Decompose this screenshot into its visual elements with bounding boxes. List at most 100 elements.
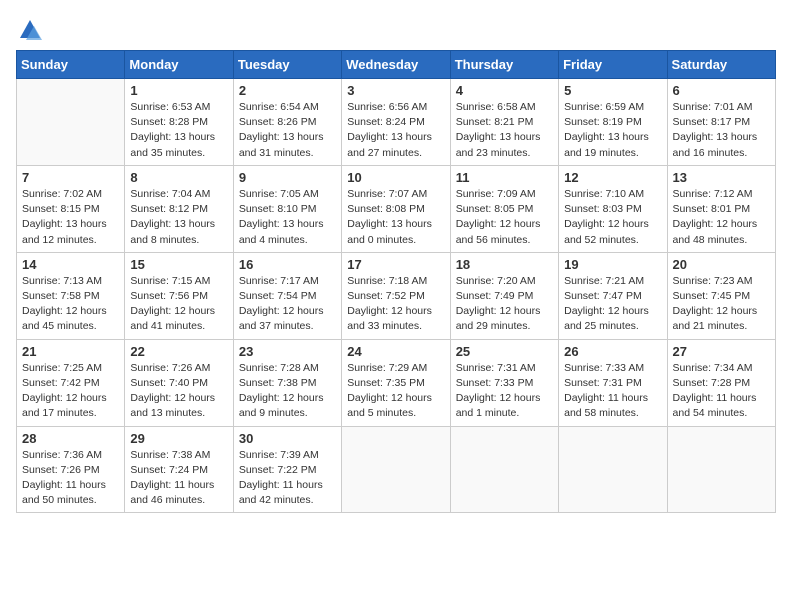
- day-cell: 17Sunrise: 7:18 AMSunset: 7:52 PMDayligh…: [342, 252, 450, 339]
- page-header: [16, 16, 776, 44]
- day-cell: 9 Sunrise: 7:05 AMSunset: 8:10 PMDaylight…: [233, 165, 341, 252]
- day-cell: 27Sunrise: 7:34 AMSunset: 7:28 PMDayligh…: [667, 339, 775, 426]
- col-header-wednesday: Wednesday: [342, 51, 450, 79]
- day-number: 2: [239, 83, 336, 98]
- day-cell: [667, 426, 775, 513]
- col-header-monday: Monday: [125, 51, 233, 79]
- week-row-4: 21 Sunrise: 7:25 AMSunset: 7:42 PMDayligh…: [17, 339, 776, 426]
- day-number: 19: [564, 257, 661, 272]
- day-cell: 16Sunrise: 7:17 AMSunset: 7:54 PMDayligh…: [233, 252, 341, 339]
- col-header-friday: Friday: [559, 51, 667, 79]
- day-cell: 19 Sunrise: 7:21 AMSunset: 7:47 PMDayligh…: [559, 252, 667, 339]
- day-cell: 29 Sunrise: 7:38 AMSunset: 7:24 PMDayligh…: [125, 426, 233, 513]
- day-number: 25: [456, 344, 553, 359]
- day-info: Sunrise: 7:34 AMSunset: 7:28 PMDaylight:…: [673, 361, 770, 422]
- day-info: Sunrise: 7:04 AMSunset: 8:12 PMDaylight:…: [130, 187, 227, 248]
- day-cell: 30 Sunrise: 7:39 AMSunset: 7:22 PMDayligh…: [233, 426, 341, 513]
- day-number: 21: [22, 344, 119, 359]
- day-number: 14: [22, 257, 119, 272]
- day-number: 30: [239, 431, 336, 446]
- day-number: 26: [564, 344, 661, 359]
- day-info: Sunrise: 7:15 AMSunset: 7:56 PMDaylight:…: [130, 274, 227, 335]
- day-info: Sunrise: 7:38 AMSunset: 7:24 PMDaylight:…: [130, 448, 227, 509]
- day-info: Sunrise: 7:07 AMSunset: 8:08 PMDaylight:…: [347, 187, 444, 248]
- day-number: 29: [130, 431, 227, 446]
- day-info: Sunrise: 7:23 AMSunset: 7:45 PMDaylight:…: [673, 274, 770, 335]
- day-cell: [450, 426, 558, 513]
- day-info: Sunrise: 7:28 AMSunset: 7:38 PMDaylight:…: [239, 361, 336, 422]
- day-number: 16: [239, 257, 336, 272]
- col-header-sunday: Sunday: [17, 51, 125, 79]
- day-number: 5: [564, 83, 661, 98]
- logo-icon: [16, 16, 44, 44]
- col-header-thursday: Thursday: [450, 51, 558, 79]
- week-row-1: 1 Sunrise: 6:53 AMSunset: 8:28 PMDaylight…: [17, 79, 776, 166]
- day-cell: 24 Sunrise: 7:29 AMSunset: 7:35 PMDayligh…: [342, 339, 450, 426]
- day-cell: 4 Sunrise: 6:58 AMSunset: 8:21 PMDaylight…: [450, 79, 558, 166]
- day-cell: 1 Sunrise: 6:53 AMSunset: 8:28 PMDaylight…: [125, 79, 233, 166]
- day-info: Sunrise: 7:21 AMSunset: 7:47 PMDaylight:…: [564, 274, 661, 335]
- day-cell: 28 Sunrise: 7:36 AMSunset: 7:26 PMDayligh…: [17, 426, 125, 513]
- day-number: 1: [130, 83, 227, 98]
- day-cell: 22 Sunrise: 7:26 AMSunset: 7:40 PMDayligh…: [125, 339, 233, 426]
- day-info: Sunrise: 7:33 AMSunset: 7:31 PMDaylight:…: [564, 361, 661, 422]
- day-info: Sunrise: 6:53 AMSunset: 8:28 PMDaylight:…: [130, 100, 227, 161]
- day-cell: 3Sunrise: 6:56 AMSunset: 8:24 PMDaylight…: [342, 79, 450, 166]
- day-number: 28: [22, 431, 119, 446]
- day-number: 9: [239, 170, 336, 185]
- day-info: Sunrise: 7:25 AMSunset: 7:42 PMDaylight:…: [22, 361, 119, 422]
- day-number: 17: [347, 257, 444, 272]
- day-info: Sunrise: 6:58 AMSunset: 8:21 PMDaylight:…: [456, 100, 553, 161]
- week-row-2: 7Sunrise: 7:02 AMSunset: 8:15 PMDaylight…: [17, 165, 776, 252]
- day-number: 13: [673, 170, 770, 185]
- day-number: 10: [347, 170, 444, 185]
- day-number: 7: [22, 170, 119, 185]
- day-number: 23: [239, 344, 336, 359]
- col-header-saturday: Saturday: [667, 51, 775, 79]
- day-number: 8: [130, 170, 227, 185]
- day-number: 15: [130, 257, 227, 272]
- day-number: 12: [564, 170, 661, 185]
- day-number: 20: [673, 257, 770, 272]
- day-info: Sunrise: 6:54 AMSunset: 8:26 PMDaylight:…: [239, 100, 336, 161]
- day-info: Sunrise: 7:39 AMSunset: 7:22 PMDaylight:…: [239, 448, 336, 509]
- day-info: Sunrise: 7:09 AMSunset: 8:05 PMDaylight:…: [456, 187, 553, 248]
- day-info: Sunrise: 6:59 AMSunset: 8:19 PMDaylight:…: [564, 100, 661, 161]
- day-info: Sunrise: 7:10 AMSunset: 8:03 PMDaylight:…: [564, 187, 661, 248]
- day-number: 4: [456, 83, 553, 98]
- day-cell: 18 Sunrise: 7:20 AMSunset: 7:49 PMDayligh…: [450, 252, 558, 339]
- calendar-table: SundayMondayTuesdayWednesdayThursdayFrid…: [16, 50, 776, 513]
- week-row-5: 28 Sunrise: 7:36 AMSunset: 7:26 PMDayligh…: [17, 426, 776, 513]
- day-info: Sunrise: 7:29 AMSunset: 7:35 PMDaylight:…: [347, 361, 444, 422]
- day-cell: 20 Sunrise: 7:23 AMSunset: 7:45 PMDayligh…: [667, 252, 775, 339]
- day-number: 24: [347, 344, 444, 359]
- day-info: Sunrise: 7:20 AMSunset: 7:49 PMDaylight:…: [456, 274, 553, 335]
- day-cell: 25 Sunrise: 7:31 AMSunset: 7:33 PMDayligh…: [450, 339, 558, 426]
- day-cell: 2 Sunrise: 6:54 AMSunset: 8:26 PMDaylight…: [233, 79, 341, 166]
- day-info: Sunrise: 7:12 AMSunset: 8:01 PMDaylight:…: [673, 187, 770, 248]
- day-cell: 15 Sunrise: 7:15 AMSunset: 7:56 PMDayligh…: [125, 252, 233, 339]
- day-info: Sunrise: 6:56 AMSunset: 8:24 PMDaylight:…: [347, 100, 444, 161]
- day-cell: 21 Sunrise: 7:25 AMSunset: 7:42 PMDayligh…: [17, 339, 125, 426]
- day-info: Sunrise: 7:26 AMSunset: 7:40 PMDaylight:…: [130, 361, 227, 422]
- day-cell: 5 Sunrise: 6:59 AMSunset: 8:19 PMDaylight…: [559, 79, 667, 166]
- day-number: 18: [456, 257, 553, 272]
- day-cell: 26 Sunrise: 7:33 AMSunset: 7:31 PMDayligh…: [559, 339, 667, 426]
- day-cell: 7Sunrise: 7:02 AMSunset: 8:15 PMDaylight…: [17, 165, 125, 252]
- day-cell: [559, 426, 667, 513]
- logo: [16, 16, 48, 44]
- day-info: Sunrise: 7:01 AMSunset: 8:17 PMDaylight:…: [673, 100, 770, 161]
- day-cell: 11 Sunrise: 7:09 AMSunset: 8:05 PMDayligh…: [450, 165, 558, 252]
- day-number: 22: [130, 344, 227, 359]
- day-info: Sunrise: 7:36 AMSunset: 7:26 PMDaylight:…: [22, 448, 119, 509]
- day-info: Sunrise: 7:31 AMSunset: 7:33 PMDaylight:…: [456, 361, 553, 422]
- day-info: Sunrise: 7:05 AMSunset: 8:10 PMDaylight:…: [239, 187, 336, 248]
- day-cell: 8 Sunrise: 7:04 AMSunset: 8:12 PMDaylight…: [125, 165, 233, 252]
- day-cell: 23 Sunrise: 7:28 AMSunset: 7:38 PMDayligh…: [233, 339, 341, 426]
- week-row-3: 14Sunrise: 7:13 AMSunset: 7:58 PMDayligh…: [17, 252, 776, 339]
- day-number: 11: [456, 170, 553, 185]
- day-cell: 12 Sunrise: 7:10 AMSunset: 8:03 PMDayligh…: [559, 165, 667, 252]
- col-header-tuesday: Tuesday: [233, 51, 341, 79]
- day-cell: [342, 426, 450, 513]
- day-cell: [17, 79, 125, 166]
